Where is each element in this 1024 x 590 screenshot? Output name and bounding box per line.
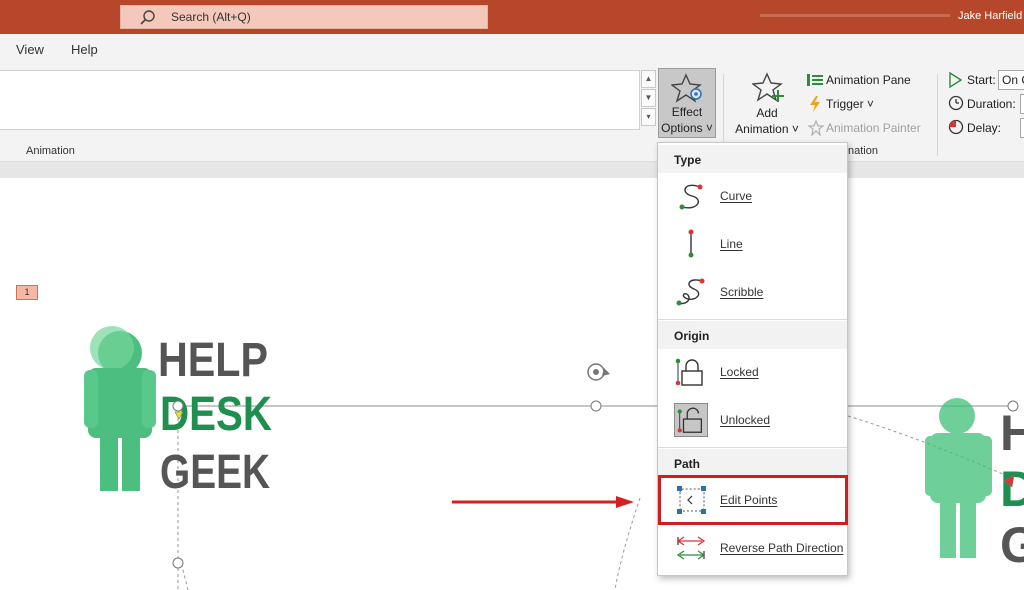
annotation-arrow bbox=[452, 496, 634, 508]
menu-item-label: Scribble bbox=[720, 285, 764, 299]
divider bbox=[658, 319, 847, 320]
search-box[interactable]: Search (Alt+Q) bbox=[120, 5, 488, 29]
lightning-icon bbox=[810, 96, 820, 112]
menu-item-line[interactable]: Line bbox=[658, 221, 847, 269]
powerpoint-window: Search (Alt+Q) Jake Harfield View Help ▲… bbox=[0, 0, 1024, 590]
lock-open-icon bbox=[674, 403, 708, 437]
star-gear-icon bbox=[671, 73, 702, 103]
menu-item-label: Curve bbox=[720, 189, 753, 203]
play-icon bbox=[949, 72, 962, 88]
animation-pane-icon bbox=[807, 74, 823, 86]
effect-options-button[interactable]: Effect Options ˅ bbox=[658, 68, 716, 138]
separator bbox=[937, 74, 938, 156]
effect-options-label-1: Effect bbox=[671, 105, 703, 119]
divider bbox=[658, 447, 847, 448]
annotation-highlight-box bbox=[658, 475, 848, 525]
effect-options-label-2: Options ˅ bbox=[661, 121, 713, 135]
star-plus-icon bbox=[752, 72, 784, 102]
scribble-path-icon bbox=[676, 278, 705, 306]
clock-icon bbox=[948, 95, 964, 111]
tab-help[interactable]: Help bbox=[71, 42, 98, 57]
menu-item-unlocked[interactable]: Unlocked bbox=[658, 397, 847, 445]
menu-item-locked[interactable]: Locked bbox=[658, 349, 847, 397]
reverse-path-icon bbox=[676, 536, 706, 560]
search-placeholder: Search (Alt+Q) bbox=[171, 10, 251, 24]
title-bar: Search (Alt+Q) Jake Harfield bbox=[0, 0, 1024, 34]
menu-item-reverse-path[interactable]: Reverse Path Direction bbox=[658, 525, 847, 573]
logo-right-line-2: D bbox=[1000, 461, 1024, 517]
add-animation-label-2: Animation ˅ bbox=[735, 122, 799, 136]
gallery-more-button[interactable]: ▾ bbox=[641, 108, 656, 126]
group-label-advanced: nation bbox=[848, 145, 878, 157]
group-label-animation: Animation bbox=[26, 145, 75, 157]
duration-label: Duration: bbox=[967, 97, 1016, 111]
line-path-icon bbox=[688, 229, 694, 258]
user-name[interactable]: Jake Harfield bbox=[958, 10, 1022, 22]
duration-spinner[interactable] bbox=[1020, 94, 1024, 114]
add-animation-button[interactable]: Add Animation ˅ bbox=[730, 70, 804, 138]
delay-spinner[interactable] bbox=[1020, 118, 1024, 138]
person-figure-right bbox=[925, 398, 992, 558]
logo-text-left: HELP DESK GEEK bbox=[158, 334, 272, 499]
menu-item-label: Reverse Path Direction bbox=[720, 541, 844, 555]
start-dropdown[interactable]: On C bbox=[998, 70, 1024, 90]
rotate-handle-icon[interactable] bbox=[587, 363, 610, 381]
menu-item-label: Line bbox=[720, 237, 743, 251]
logo-right-line-3: G bbox=[1000, 517, 1024, 573]
section-header-type: Type bbox=[658, 145, 847, 173]
ribbon: ▲ ▼ ▾ Animation Effect Options ˅ Add Ani bbox=[0, 68, 1024, 162]
animation-pane-button[interactable]: Animation Pane bbox=[826, 73, 911, 87]
animation-gallery[interactable] bbox=[0, 70, 640, 130]
add-animation-label-1: Add bbox=[756, 106, 778, 120]
gallery-down-button[interactable]: ▼ bbox=[641, 89, 656, 107]
section-header-origin: Origin bbox=[658, 321, 847, 349]
gallery-scroll: ▲ ▼ ▾ bbox=[641, 70, 657, 130]
menu-item-scribble[interactable]: Scribble bbox=[658, 269, 847, 317]
person-figure-left bbox=[84, 326, 156, 491]
section-header-path: Path bbox=[658, 449, 847, 477]
logo-right-line-1: H bbox=[1000, 405, 1024, 461]
animation-painter-button[interactable]: Animation Painter bbox=[826, 121, 921, 135]
curve-path-icon bbox=[679, 184, 703, 210]
slide-artwork: HELP DESK GEEK H D G bbox=[84, 326, 1024, 590]
search-icon bbox=[140, 10, 155, 25]
tab-view[interactable]: View bbox=[16, 42, 44, 57]
logo-line-1: HELP bbox=[158, 334, 268, 387]
start-label: Start: bbox=[967, 73, 996, 87]
title-decoration bbox=[760, 14, 950, 17]
delay-clock-icon bbox=[948, 119, 964, 135]
gallery-up-button[interactable]: ▲ bbox=[641, 70, 656, 88]
lock-closed-icon bbox=[675, 358, 703, 386]
logo-line-3: GEEK bbox=[160, 446, 270, 499]
delay-label: Delay: bbox=[967, 121, 1002, 135]
menu-item-curve[interactable]: Curve bbox=[658, 173, 847, 221]
menu-item-label: Unlocked bbox=[720, 413, 771, 427]
painter-icon bbox=[808, 120, 824, 136]
logo-text-right: H D G bbox=[1000, 405, 1024, 573]
ribbon-tabs: View Help bbox=[0, 34, 1024, 70]
menu-item-label: Locked bbox=[720, 365, 759, 379]
trigger-button[interactable]: Trigger ˅ bbox=[826, 97, 874, 111]
